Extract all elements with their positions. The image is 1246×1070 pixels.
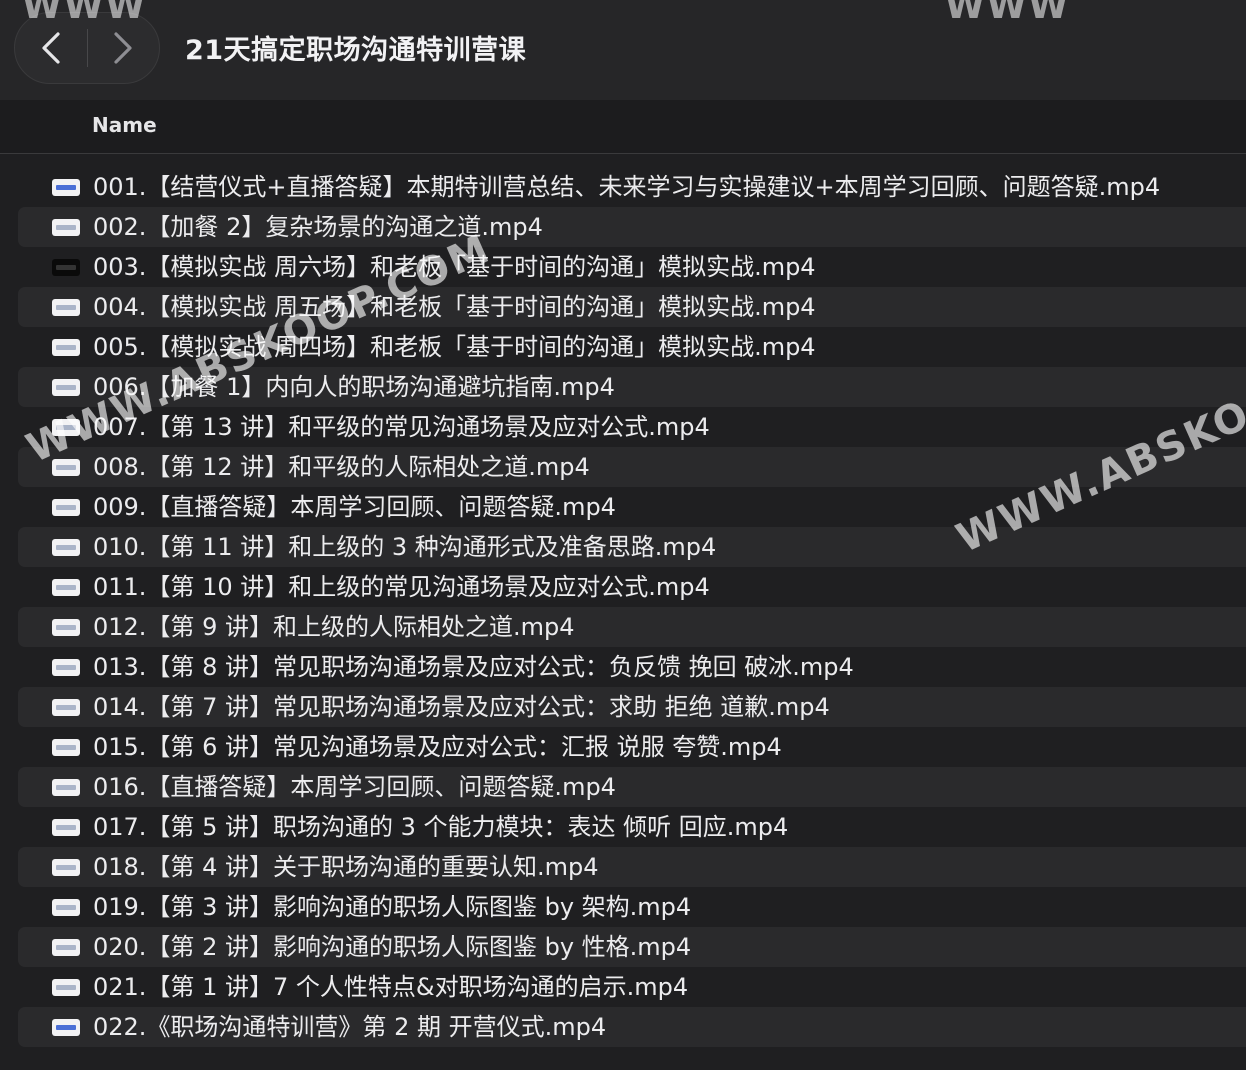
video-file-icon [52,299,80,316]
chevron-left-icon [42,32,60,64]
file-row[interactable]: 015.【第 6 讲】常见沟通场景及应对公式：汇报 说服 夸赞.mp4 [18,727,1246,767]
file-row[interactable]: 011.【第 10 讲】和上级的常见沟通场景及应对公式.mp4 [18,567,1246,607]
video-file-icon [52,219,80,236]
video-file-icon [52,419,80,436]
name-column-header[interactable]: Name [92,113,157,137]
video-file-icon [52,459,80,476]
file-name: 002.【加餐 2】复杂场景的沟通之道.mp4 [93,213,543,241]
video-file-icon [52,699,80,716]
file-name: 004.【模拟实战 周五场】和老板「基于时间的沟通」模拟实战.mp4 [93,293,816,321]
file-name: 001.【结营仪式+直播答疑】本期特训营总结、未来学习与实操建议+本周学习回顾、… [93,173,1161,201]
file-name: 003.【模拟实战 周六场】和老板「基于时间的沟通」模拟实战.mp4 [93,253,816,281]
file-name: 013.【第 8 讲】常见职场沟通场景及应对公式：负反馈 挽回 破冰.mp4 [93,653,854,681]
video-file-icon [52,779,80,796]
video-file-icon [52,859,80,876]
video-file-icon [52,339,80,356]
file-name: 006.【加餐 1】内向人的职场沟通避坑指南.mp4 [93,373,615,401]
video-file-icon [52,539,80,556]
file-row[interactable]: 006.【加餐 1】内向人的职场沟通避坑指南.mp4 [18,367,1246,407]
video-file-icon [52,739,80,756]
video-file-icon [52,379,80,396]
file-list: 001.【结营仪式+直播答疑】本期特训营总结、未来学习与实操建议+本周学习回顾、… [0,167,1246,1047]
file-row[interactable]: 007.【第 13 讲】和平级的常见沟通场景及应对公式.mp4 [18,407,1246,447]
file-name: 007.【第 13 讲】和平级的常见沟通场景及应对公式.mp4 [93,413,710,441]
file-name: 005.【模拟实战 周四场】和老板「基于时间的沟通」模拟实战.mp4 [93,333,816,361]
video-file-icon [52,499,80,516]
file-row[interactable]: 002.【加餐 2】复杂场景的沟通之道.mp4 [18,207,1246,247]
file-name: 012.【第 9 讲】和上级的人际相处之道.mp4 [93,613,575,641]
file-name: 017.【第 5 讲】职场沟通的 3 个能力模块：表达 倾听 回应.mp4 [93,813,789,841]
file-name: 021.【第 1 讲】7 个人性特点&对职场沟通的启示.mp4 [93,973,689,1001]
file-row[interactable]: 016.【直播答疑】本周学习回顾、问题答疑.mp4 [18,767,1246,807]
video-file-icon [52,979,80,996]
file-row[interactable]: 010.【第 11 讲】和上级的 3 种沟通形式及准备思路.mp4 [18,527,1246,567]
column-header: Name [0,100,1246,154]
file-name: 008.【第 12 讲】和平级的人际相处之道.mp4 [93,453,590,481]
video-file-icon [52,899,80,916]
file-row[interactable]: 009.【直播答疑】本周学习回顾、问题答疑.mp4 [18,487,1246,527]
video-file-icon [52,1019,80,1036]
file-name: 015.【第 6 讲】常见沟通场景及应对公式：汇报 说服 夸赞.mp4 [93,733,782,761]
file-name: 009.【直播答疑】本周学习回顾、问题答疑.mp4 [93,493,616,521]
navigation-button-group [14,12,160,84]
file-row[interactable]: 004.【模拟实战 周五场】和老板「基于时间的沟通」模拟实战.mp4 [18,287,1246,327]
file-row[interactable]: 019.【第 3 讲】影响沟通的职场人际图鉴 by 架构.mp4 [18,887,1246,927]
file-row[interactable]: 001.【结营仪式+直播答疑】本期特训营总结、未来学习与实操建议+本周学习回顾、… [18,167,1246,207]
video-file-dark-icon [52,259,80,276]
video-file-icon [52,939,80,956]
file-row[interactable]: 008.【第 12 讲】和平级的人际相处之道.mp4 [18,447,1246,487]
file-row[interactable]: 005.【模拟实战 周四场】和老板「基于时间的沟通」模拟实战.mp4 [18,327,1246,367]
file-name: 011.【第 10 讲】和上级的常见沟通场景及应对公式.mp4 [93,573,710,601]
file-name: 010.【第 11 讲】和上级的 3 种沟通形式及准备思路.mp4 [93,533,717,561]
file-row[interactable]: 018.【第 4 讲】关于职场沟通的重要认知.mp4 [18,847,1246,887]
video-file-icon [52,619,80,636]
toolbar: 21天搞定职场沟通特训营课 [0,0,1246,100]
file-row[interactable]: 020.【第 2 讲】影响沟通的职场人际图鉴 by 性格.mp4 [18,927,1246,967]
chevron-right-icon [114,32,132,64]
file-row[interactable]: 021.【第 1 讲】7 个人性特点&对职场沟通的启示.mp4 [18,967,1246,1007]
video-file-icon [52,819,80,836]
back-button[interactable] [15,13,87,83]
finder-window: 21天搞定职场沟通特训营课 Name 001.【结营仪式+直播答疑】本期特训营总… [0,0,1246,1070]
video-file-icon [52,179,80,196]
file-row[interactable]: 003.【模拟实战 周六场】和老板「基于时间的沟通」模拟实战.mp4 [18,247,1246,287]
file-name: 019.【第 3 讲】影响沟通的职场人际图鉴 by 架构.mp4 [93,893,692,921]
video-file-icon [52,659,80,676]
file-name: 016.【直播答疑】本周学习回顾、问题答疑.mp4 [93,773,616,801]
file-name: 022.《职场沟通特训营》第 2 期 开营仪式.mp4 [93,1013,607,1041]
forward-button[interactable] [87,13,159,83]
file-row[interactable]: 017.【第 5 讲】职场沟通的 3 个能力模块：表达 倾听 回应.mp4 [18,807,1246,847]
window-title: 21天搞定职场沟通特训营课 [185,35,527,66]
file-row[interactable]: 012.【第 9 讲】和上级的人际相处之道.mp4 [18,607,1246,647]
file-row[interactable]: 022.《职场沟通特训营》第 2 期 开营仪式.mp4 [18,1007,1246,1047]
file-row[interactable]: 013.【第 8 讲】常见职场沟通场景及应对公式：负反馈 挽回 破冰.mp4 [18,647,1246,687]
file-name: 018.【第 4 讲】关于职场沟通的重要认知.mp4 [93,853,599,881]
file-row[interactable]: 014.【第 7 讲】常见职场沟通场景及应对公式：求助 拒绝 道歉.mp4 [18,687,1246,727]
file-name: 020.【第 2 讲】影响沟通的职场人际图鉴 by 性格.mp4 [93,933,692,961]
video-file-icon [52,579,80,596]
file-name: 014.【第 7 讲】常见职场沟通场景及应对公式：求助 拒绝 道歉.mp4 [93,693,830,721]
